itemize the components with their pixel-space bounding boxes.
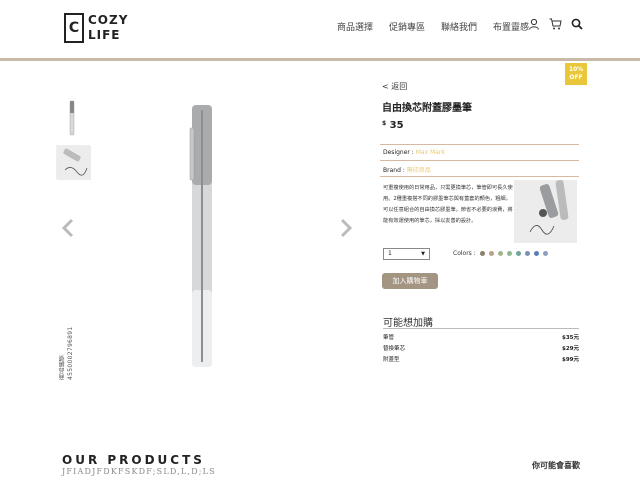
divider (380, 144, 579, 145)
header-icons (528, 18, 583, 30)
quantity-select[interactable]: 1 ▼ (383, 248, 430, 260)
product-description: 可重複使用的日常用品，只需更換筆芯，筆管即可長久使用。2種重複搭不同的膠墨筆芯與… (383, 185, 513, 224)
color-swatch[interactable] (525, 251, 530, 256)
discount-badge-text: 10% OFF (568, 66, 584, 81)
product-price: $ 35 (382, 120, 404, 131)
color-swatch[interactable] (489, 251, 494, 256)
list-item[interactable]: 替換筆芯 $29元 (383, 344, 579, 355)
logo-mark: C (64, 13, 84, 43)
price-value: 35 (389, 120, 404, 131)
thumbnail-pen[interactable] (56, 98, 88, 138)
item-price: $35元 (562, 335, 579, 341)
brand-label: Brand : (383, 167, 405, 174)
search-icon[interactable] (571, 18, 583, 30)
product-code: 商品編號 4550002796891 (59, 326, 74, 380)
color-swatch[interactable] (498, 251, 503, 256)
color-swatch[interactable] (543, 251, 548, 256)
logo-line-1: COZY (88, 13, 129, 27)
site-header: C COZY LIFE 商品選擇 促銷專區 聯絡我們 布置靈感 (0, 0, 640, 56)
discount-badge: 10% OFF (565, 63, 587, 85)
section-code: JFIADJFDKFSKDF;SLD,L,D;LS (62, 467, 216, 476)
nav-item-contact[interactable]: 聯絡我們 (441, 20, 477, 33)
main-nav: 商品選擇 促銷專區 聯絡我們 布置靈感 (337, 20, 529, 33)
logo[interactable]: C COZY LIFE (64, 13, 128, 43)
item-name: 附蓋型 (383, 357, 400, 363)
list-item[interactable]: 附蓋型 $99元 (383, 355, 579, 366)
color-swatch[interactable] (534, 251, 539, 256)
color-swatches (480, 251, 548, 256)
add-to-cart-button[interactable]: 加入購物車 (382, 273, 438, 289)
cart-icon[interactable] (549, 18, 562, 30)
color-swatch[interactable] (507, 251, 512, 256)
designer-label: Designer : (383, 149, 414, 156)
quantity-value: 1 (388, 250, 392, 257)
item-price: $29元 (562, 346, 579, 352)
color-swatch[interactable] (516, 251, 521, 256)
logo-line-2: LIFE (88, 28, 121, 42)
recommend-title: 可能想加購 (383, 318, 433, 329)
product-main-image (189, 105, 212, 367)
description-image (514, 180, 577, 243)
list-item[interactable]: 筆管 $35元 (383, 333, 579, 344)
nav-item-inspiration[interactable]: 布置靈感 (493, 20, 529, 33)
logo-text: COZY LIFE (88, 13, 128, 43)
color-swatch[interactable] (480, 251, 485, 256)
designer-value[interactable]: Max Mark (416, 149, 445, 156)
brand-row: Brand : 無印良品 (383, 165, 431, 174)
recommend-list: 筆管 $35元 替換筆芯 $29元 附蓋型 $99元 (383, 333, 579, 366)
price-currency: $ (382, 120, 387, 127)
divider (380, 160, 579, 161)
chevron-down-icon: ▼ (421, 251, 425, 257)
divider (383, 328, 579, 329)
back-link[interactable]: < 返回 (382, 81, 407, 92)
nav-item-products[interactable]: 商品選擇 (337, 20, 373, 33)
item-name: 筆管 (383, 335, 395, 341)
colors-label: Colors : (453, 250, 476, 257)
item-name: 替換筆芯 (383, 346, 406, 352)
you-may-like-link[interactable]: 你可能會喜歡 (532, 460, 580, 471)
divider (380, 176, 579, 177)
thumbnail-pen-detail[interactable] (56, 145, 91, 180)
designer-row: Designer : Max Mark (383, 149, 445, 156)
prev-arrow-icon[interactable] (62, 218, 74, 238)
item-price: $99元 (562, 357, 579, 363)
brand-value[interactable]: 無印良品 (407, 167, 431, 174)
section-heading: OUR PRODUCTS (62, 453, 205, 467)
product-title: 自由換芯附蓋膠墨筆 (382, 103, 472, 114)
next-arrow-icon[interactable] (340, 218, 352, 238)
nav-item-promotions[interactable]: 促銷專區 (389, 20, 425, 33)
header-divider (0, 58, 640, 61)
user-icon[interactable] (528, 18, 540, 30)
